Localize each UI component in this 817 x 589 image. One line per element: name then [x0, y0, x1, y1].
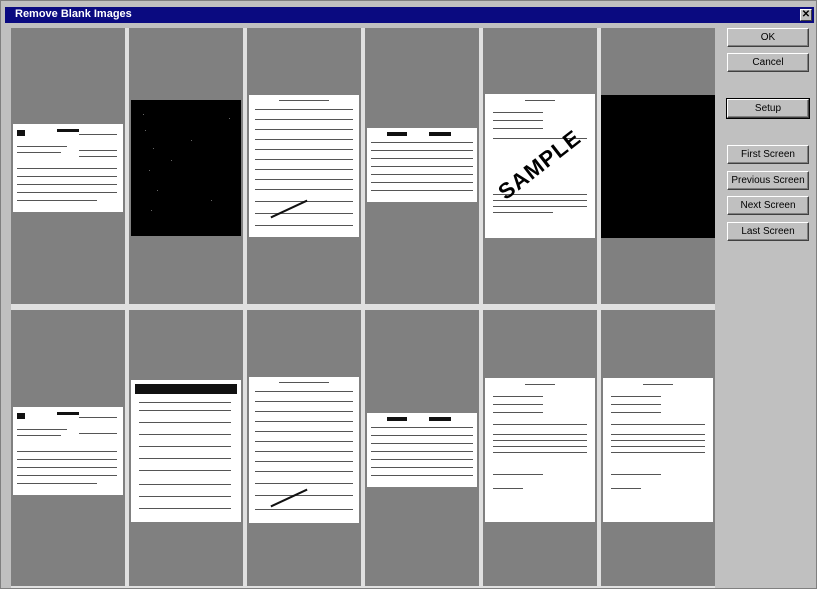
thumbnail-grid: SAMPLE — [11, 28, 715, 588]
window-title: Remove Blank Images — [15, 8, 132, 20]
page-thumbnail-questionnaire — [131, 380, 241, 522]
page-thumbnail-letter — [603, 378, 713, 522]
next-screen-button[interactable]: Next Screen — [727, 196, 809, 215]
page-thumbnail-table — [367, 128, 477, 202]
thumbnail-cell[interactable] — [365, 28, 479, 304]
ok-button[interactable]: OK — [727, 28, 809, 47]
button-panel: OK Cancel Setup First Screen Previous Sc… — [721, 28, 815, 588]
page-thumbnail-black — [601, 95, 715, 238]
thumbnail-cell[interactable] — [247, 310, 361, 586]
page-thumbnail-invoice — [13, 407, 123, 495]
page-thumbnail-form — [249, 95, 359, 237]
page-thumbnail-black — [131, 100, 241, 236]
page-thumbnail-invoice — [13, 124, 123, 212]
first-screen-button[interactable]: First Screen — [727, 145, 809, 164]
previous-screen-button[interactable]: Previous Screen — [727, 171, 809, 190]
thumbnail-cell[interactable]: SAMPLE — [483, 28, 597, 304]
thumbnail-cell[interactable] — [11, 28, 125, 304]
last-screen-button[interactable]: Last Screen — [727, 222, 809, 241]
close-icon: ✕ — [801, 9, 811, 20]
page-thumbnail-form — [249, 377, 359, 523]
thumbnail-cell[interactable] — [247, 28, 361, 304]
title-bar[interactable]: Remove Blank Images ✕ — [5, 7, 814, 23]
thumbnail-cell[interactable] — [483, 310, 597, 586]
close-button[interactable]: ✕ — [800, 9, 812, 21]
page-thumbnail-table — [367, 413, 477, 487]
remove-blank-images-dialog: Remove Blank Images ✕ SAMPLE OK Cancel S… — [0, 0, 817, 589]
thumbnail-cell[interactable] — [129, 310, 243, 586]
cancel-button[interactable]: Cancel — [727, 53, 809, 72]
thumbnail-cell[interactable] — [601, 28, 715, 304]
thumbnail-cell[interactable] — [601, 310, 715, 586]
page-thumbnail-letter — [485, 378, 595, 522]
thumbnail-cell[interactable] — [11, 310, 125, 586]
page-thumbnail-sample: SAMPLE — [485, 94, 595, 238]
setup-button[interactable]: Setup — [726, 98, 810, 119]
thumbnail-cell[interactable] — [129, 28, 243, 304]
thumbnail-cell[interactable] — [365, 310, 479, 586]
